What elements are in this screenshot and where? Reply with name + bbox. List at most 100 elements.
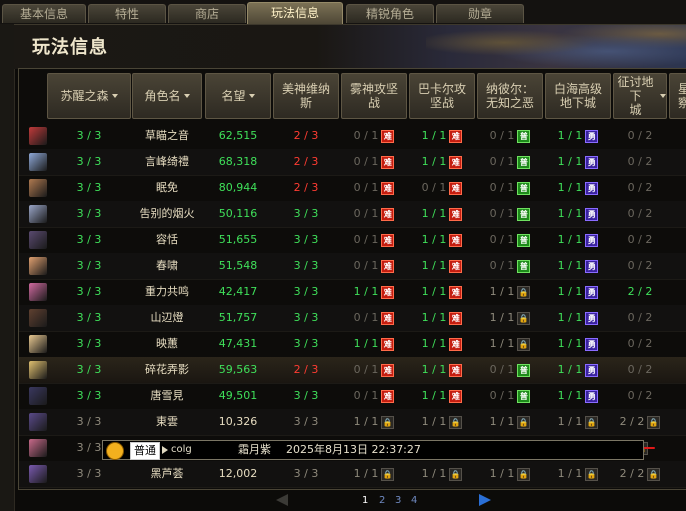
column-header-nabir[interactable]: 纳彼尔： 无知之恶 [477, 73, 543, 119]
difficulty-badge-nan: 难 [381, 207, 395, 221]
cell-raid: 0 / 2 [613, 123, 667, 149]
banner: 玩法信息 [14, 24, 686, 69]
sort-arrow-icon[interactable] [248, 94, 255, 98]
column-header-fame[interactable]: 名望 [205, 73, 271, 119]
cell-fame-value: 50,116 [218, 207, 258, 220]
cell-raid: 0 / 2 [613, 201, 667, 227]
column-header-raid[interactable]: 征讨地下 城 [613, 73, 667, 119]
column-header-star[interactable]: 星 察 [669, 73, 686, 119]
column-header-white[interactable]: 白海高级 地下城 [545, 73, 611, 119]
prev-page-arrow-icon[interactable] [276, 494, 288, 506]
page-link-3[interactable]: 3 [395, 495, 401, 506]
cell-bakal: 1 / 1 🔒 [409, 461, 475, 487]
cell-bakal: 1 / 1难 [409, 305, 475, 331]
column-header-forest[interactable]: 苏醒之森 [47, 73, 131, 119]
table-header: 苏醒之森 角色名 名望 美神维纳 斯雾神攻坚 战巴卡尔攻 坚战 纳彼尔： 无知之恶 白海高… [19, 69, 686, 123]
chat-message-popup[interactable]: 普通 colg 霜月紫 2025年8月13日 22:37:27 [102, 440, 644, 460]
cell-character-name[interactable]: 吿别的烟火 [132, 201, 202, 227]
column-header-fog[interactable]: 雾神攻坚 战 [341, 73, 407, 119]
cell-forest: 3 / 3 [47, 201, 131, 227]
page-link-4[interactable]: 4 [411, 495, 417, 506]
table-row[interactable]: 3 / 3 映蕙 47,431 3 / 31 / 1难1 / 1难1 / 1 🔒 1 / … [19, 331, 686, 358]
tab-0[interactable]: 基本信息 [2, 4, 86, 23]
cell-character-name[interactable]: 草瞄之音 [132, 123, 202, 149]
character-avatar [29, 231, 47, 249]
table-row[interactable]: 3 / 3 草瞄之音 62,515 2 / 30 / 1难1 / 1难0 / 1普1 … [19, 123, 686, 150]
difficulty-badge-nan: 难 [449, 129, 463, 143]
chat-channel-badge[interactable]: 普通 [130, 442, 160, 460]
page-link-1[interactable]: 1 [362, 495, 368, 506]
cell-fog-value: 1 / 1 [353, 337, 379, 350]
emoji-face-icon [106, 442, 124, 460]
cell-character-name[interactable]: 唐雪見 [132, 383, 202, 409]
cell-venus-value: 2 / 3 [293, 129, 319, 142]
column-header-bakal[interactable]: 巴卡尔攻 坚战 [409, 73, 475, 119]
sort-arrow-icon[interactable] [660, 94, 666, 98]
cell-character-name[interactable]: 山辺燈 [132, 305, 202, 331]
cell-white-sea: 1 / 1 🔒 [545, 461, 611, 487]
tab-4[interactable]: 精锐角色 [346, 4, 434, 23]
cell-forest: 3 / 3 [47, 149, 131, 175]
cell-character-name-value: 草瞄之音 [145, 129, 189, 142]
cell-venus: 3 / 3 [273, 253, 339, 279]
cell-character-name[interactable]: 東雲 [132, 409, 202, 435]
cell-character-name[interactable]: 黑芦荟 [132, 461, 202, 487]
tab-1[interactable]: 特性 [88, 4, 166, 23]
cell-fame-value: 51,655 [218, 233, 258, 246]
character-avatar [29, 205, 47, 223]
lock-icon: 🔒 [517, 311, 531, 325]
cell-fame: 50,116 [205, 201, 271, 227]
sort-arrow-icon[interactable] [111, 94, 118, 98]
sort-arrow-icon[interactable] [183, 94, 190, 98]
difficulty-badge-nan: 难 [449, 155, 463, 169]
table-row[interactable]: 3 / 3 東雲 10,326 3 / 31 / 1 🔒 1 / 1 🔒 1 / 1 🔒 1 / … [19, 409, 686, 436]
cell-character-name-value: 吿别的烟火 [139, 207, 195, 220]
page-link-2[interactable]: 2 [379, 495, 385, 506]
cell-raid: 0 / 2 [613, 175, 667, 201]
next-page-arrow-icon[interactable] [479, 494, 491, 506]
cell-character-name[interactable]: 碎花弄影 [132, 357, 202, 383]
cell-character-name-value: 重力共鸣 [145, 285, 189, 298]
cell-bakal-value: 1 / 1 [421, 415, 447, 428]
cell-fame-value: 10,326 [218, 415, 258, 428]
tab-5[interactable]: 勋章 [436, 4, 524, 23]
table-row[interactable]: 3 / 3 春啸 51,548 3 / 30 / 1难1 / 1难0 / 1普1 / … [19, 253, 686, 280]
table-row[interactable]: 3 / 3 唐雪見 49,501 3 / 30 / 1难1 / 1难0 / 1普1 /… [19, 383, 686, 410]
cell-venus: 3 / 3 [273, 331, 339, 357]
table-row[interactable]: 3 / 3 言峰绮禮 68,318 2 / 30 / 1难1 / 1难0 / 1普1 … [19, 149, 686, 176]
tab-3[interactable]: 玩法信息 [247, 2, 343, 24]
table-row[interactable]: 3 / 3 碎花弄影 59,563 2 / 30 / 1难1 / 1难0 / 1普1 … [19, 357, 686, 384]
dungeon-table: 苏醒之森 角色名 名望 美神维纳 斯雾神攻坚 战巴卡尔攻 坚战 纳彼尔： 无知之恶 白海高… [18, 68, 686, 490]
table-row[interactable]: 3 / 3 黑芦荟 12,002 3 / 31 / 1 🔒 1 / 1 🔒 1 / 1 🔒 1 /… [19, 461, 686, 488]
cell-character-name[interactable]: 重力共鸣 [132, 279, 202, 305]
cell-forest-value: 3 / 3 [76, 311, 102, 324]
cell-nabir: 0 / 1普 [477, 201, 543, 227]
table-row[interactable]: 3 / 3 山辺燈 51,757 3 / 30 / 1难1 / 1难1 / 1 🔒 1 /… [19, 305, 686, 332]
cell-character-name[interactable]: 映蕙 [132, 331, 202, 357]
lock-icon: 🔒 [517, 467, 531, 481]
cell-forest: 3 / 3 [47, 383, 131, 409]
cell-character-name[interactable]: 春啸 [132, 253, 202, 279]
table-row[interactable]: 3 / 3 重力共鸣 42,417 3 / 31 / 1难1 / 1难1 / 1 🔒 1 … [19, 279, 686, 306]
cell-character-name-value: 映蕙 [156, 337, 178, 350]
cell-venus: 3 / 3 [273, 409, 339, 435]
column-header-venus[interactable]: 美神维纳 斯 [273, 73, 339, 119]
cell-character-name[interactable]: 容恬 [132, 227, 202, 253]
table-row[interactable]: 3 / 3 吿别的烟火 50,116 3 / 30 / 1难1 / 1难0 / 1普1… [19, 201, 686, 228]
cell-nabir-value: 1 / 1 [489, 467, 515, 480]
cell-white-sea-value: 1 / 1 [557, 415, 583, 428]
table-row[interactable]: 3 / 3 容恬 51,655 3 / 30 / 1难1 / 1难0 / 1普1 / … [19, 227, 686, 254]
cell-venus-value: 3 / 3 [293, 389, 319, 402]
cell-fame-value: 42,417 [218, 285, 258, 298]
cell-character-name[interactable]: 眠免 [132, 175, 202, 201]
cell-fame: 47,431 [205, 331, 271, 357]
difficulty-badge-yong: 勇 [585, 337, 599, 351]
cell-venus: 3 / 3 [273, 279, 339, 305]
tab-2[interactable]: 商店 [168, 4, 246, 23]
cell-character-name[interactable]: 言峰绮禮 [132, 149, 202, 175]
page-title: 玩法信息 [32, 37, 108, 58]
column-header-name[interactable]: 角色名 [132, 73, 202, 119]
cell-raid: 0 / 2 [613, 383, 667, 409]
chat-sender[interactable]: 霜月紫 [238, 441, 271, 459]
table-row[interactable]: 3 / 3 眠免 80,944 2 / 30 / 1难0 / 1难0 / 1普1 / … [19, 175, 686, 202]
